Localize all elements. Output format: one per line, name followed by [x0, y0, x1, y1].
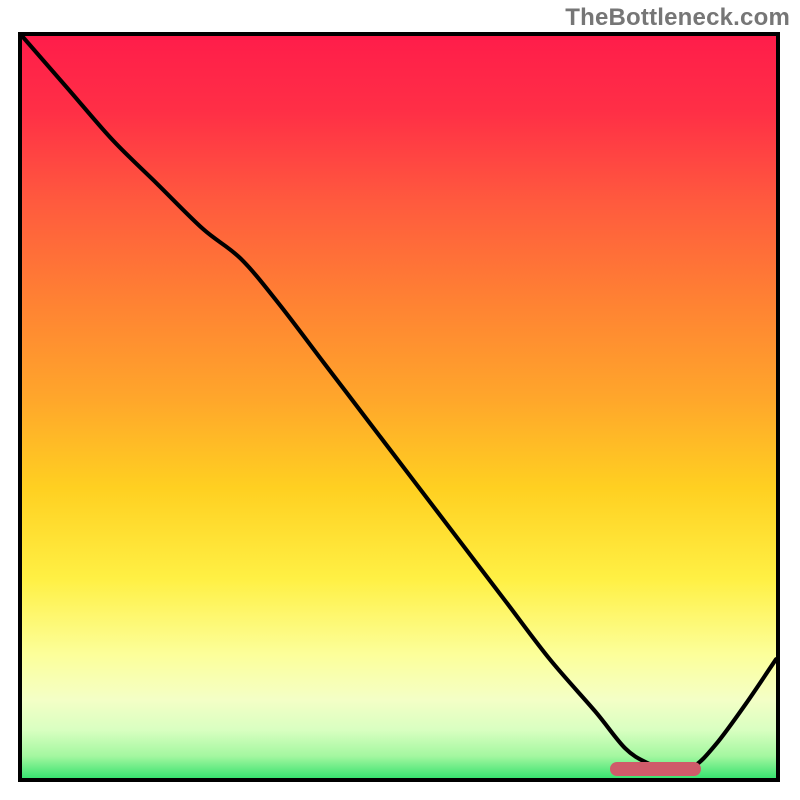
watermark-text: TheBottleneck.com	[565, 4, 790, 32]
bottleneck-curve	[22, 36, 776, 771]
chart-stage: TheBottleneck.com	[0, 0, 800, 800]
curve-layer	[22, 36, 776, 778]
plot-frame	[18, 32, 780, 782]
optimal-range-bar	[610, 762, 700, 776]
